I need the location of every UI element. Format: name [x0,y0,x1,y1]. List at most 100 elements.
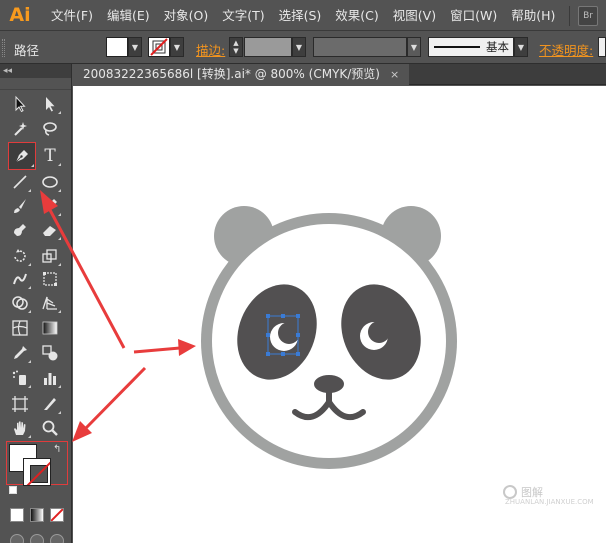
bridge-button[interactable]: Br [578,6,598,26]
menu-object[interactable]: 对象(O) [157,0,216,31]
draw-normal-button[interactable] [10,534,24,543]
eraser-tool[interactable] [38,218,62,242]
opacity-label[interactable]: 不透明度: [539,40,593,59]
eraser-icon [43,226,56,236]
brush-definition-label: 基本 [486,40,509,54]
pencil-icon [44,199,57,212]
slice-tool[interactable] [38,392,62,416]
line-segment-tool[interactable] [8,170,32,194]
watermark-subtext: ZHUANLAN.JIANXUE.COM [505,498,594,506]
selection-handle[interactable] [296,352,300,356]
panda-artwork[interactable] [73,86,606,543]
no-color-slash [25,459,50,485]
right-eye-cutout [368,321,390,343]
close-tab-icon[interactable]: × [390,64,399,85]
eyedropper-icon [14,346,27,359]
selection-handle[interactable] [281,314,285,318]
stroke-color-box[interactable] [23,458,51,486]
selection-handle[interactable] [266,314,270,318]
direct-selection-icon [46,97,55,112]
pencil-tool[interactable] [38,194,62,218]
selection-handle[interactable] [266,333,270,337]
eyedropper-tool[interactable] [8,341,32,365]
perspective-icon [42,296,57,310]
document-tab[interactable]: 20083222365686l [转换].ai* @ 800% (CMYK/预览… [73,64,410,85]
stroke-label[interactable]: 描边: [196,40,225,59]
stroke-weight-dropdown[interactable]: ▼ [292,37,306,57]
magic-wand-tool[interactable] [8,117,32,141]
warp-icon [13,273,27,285]
draw-inside-button[interactable] [50,534,64,543]
hand-tool[interactable] [8,416,32,440]
selection-handle[interactable] [296,333,300,337]
profile-dropdown[interactable]: ▼ [407,37,421,57]
main-menu: 文件(F) 编辑(E) 对象(O) 文字(T) 选择(S) 效果(C) 视图(V… [44,0,562,31]
gradient-tool[interactable] [38,316,62,340]
free-transform-tool[interactable] [38,267,62,291]
brush-stroke-preview [434,46,480,48]
fill-dropdown[interactable]: ▼ [128,37,142,57]
symbol-sprayer-tool[interactable] [8,366,32,390]
column-graph-tool[interactable] [38,366,62,390]
tools-panel: ◂◂ T ↰ [0,64,72,543]
artboard-canvas[interactable]: 图解 ZHUANLAN.JIANXUE.COM [73,86,606,543]
lasso-icon [43,122,57,136]
default-fill-stroke-icon[interactable] [9,486,17,494]
hand-icon [14,421,26,435]
warp-tool[interactable] [8,267,32,291]
zoom-tool[interactable] [38,416,62,440]
tools-panel-collapse[interactable]: ◂◂ [0,64,71,78]
stroke-weight-field[interactable] [244,37,292,57]
selection-handle[interactable] [266,352,270,356]
perspective-grid-tool[interactable] [38,291,62,315]
menu-select[interactable]: 选择(S) [272,0,329,31]
scale-tool[interactable] [38,244,62,268]
draw-behind-button[interactable] [30,534,44,543]
menu-window[interactable]: 窗口(W) [443,0,504,31]
selection-handle[interactable] [281,352,285,356]
swap-fill-stroke-icon[interactable]: ↰ [53,444,61,455]
menu-help[interactable]: 帮助(H) [504,0,562,31]
rotate-icon [14,249,26,262]
none-mode-button[interactable] [50,508,64,522]
stroke-swatch[interactable] [148,37,170,57]
opacity-field[interactable] [598,37,606,57]
magic-wand-icon [14,122,27,136]
selection-handle[interactable] [296,314,300,318]
no-stroke-icon [150,38,168,56]
selection-tool[interactable] [8,92,32,116]
menu-separator [569,6,570,26]
menu-type[interactable]: 文字(T) [215,0,271,31]
stroke-dropdown[interactable]: ▼ [170,37,184,57]
tools-panel-grip[interactable] [0,78,71,90]
tool-flyout-indicator [31,164,34,167]
fill-swatch[interactable] [106,37,128,57]
lasso-tool[interactable] [38,117,62,141]
gradient-mode-button[interactable] [30,508,44,522]
color-mode-button[interactable] [10,508,24,522]
rotate-tool[interactable] [8,244,32,268]
menu-view[interactable]: 视图(V) [386,0,443,31]
stroke-weight-stepper[interactable]: ▲ ▼ [229,37,243,57]
blend-tool[interactable] [38,341,62,365]
menu-file[interactable]: 文件(F) [44,0,100,31]
pen-icon [15,150,28,163]
mesh-tool[interactable] [8,316,32,340]
mesh-icon [12,320,28,336]
variable-width-profile[interactable] [313,37,407,57]
brush-definition[interactable]: 基本 [428,37,514,57]
paintbrush-tool[interactable] [8,194,32,218]
control-bar-grip[interactable] [2,39,5,57]
menu-effect[interactable]: 效果(C) [328,0,385,31]
tool-flyout-indicator [28,286,31,289]
brush-dropdown[interactable]: ▼ [514,37,528,57]
ellipse-tool[interactable] [38,170,62,194]
direct-selection-tool[interactable] [38,92,62,116]
artboard-tool[interactable] [8,392,32,416]
type-tool[interactable]: T [38,144,62,168]
watermark: 图解 ZHUANLAN.JIANXUE.COM [503,484,594,506]
blob-brush-tool[interactable] [8,218,32,242]
shape-builder-tool[interactable] [8,291,32,315]
pen-tool[interactable] [8,142,36,170]
menu-edit[interactable]: 编辑(E) [100,0,157,31]
